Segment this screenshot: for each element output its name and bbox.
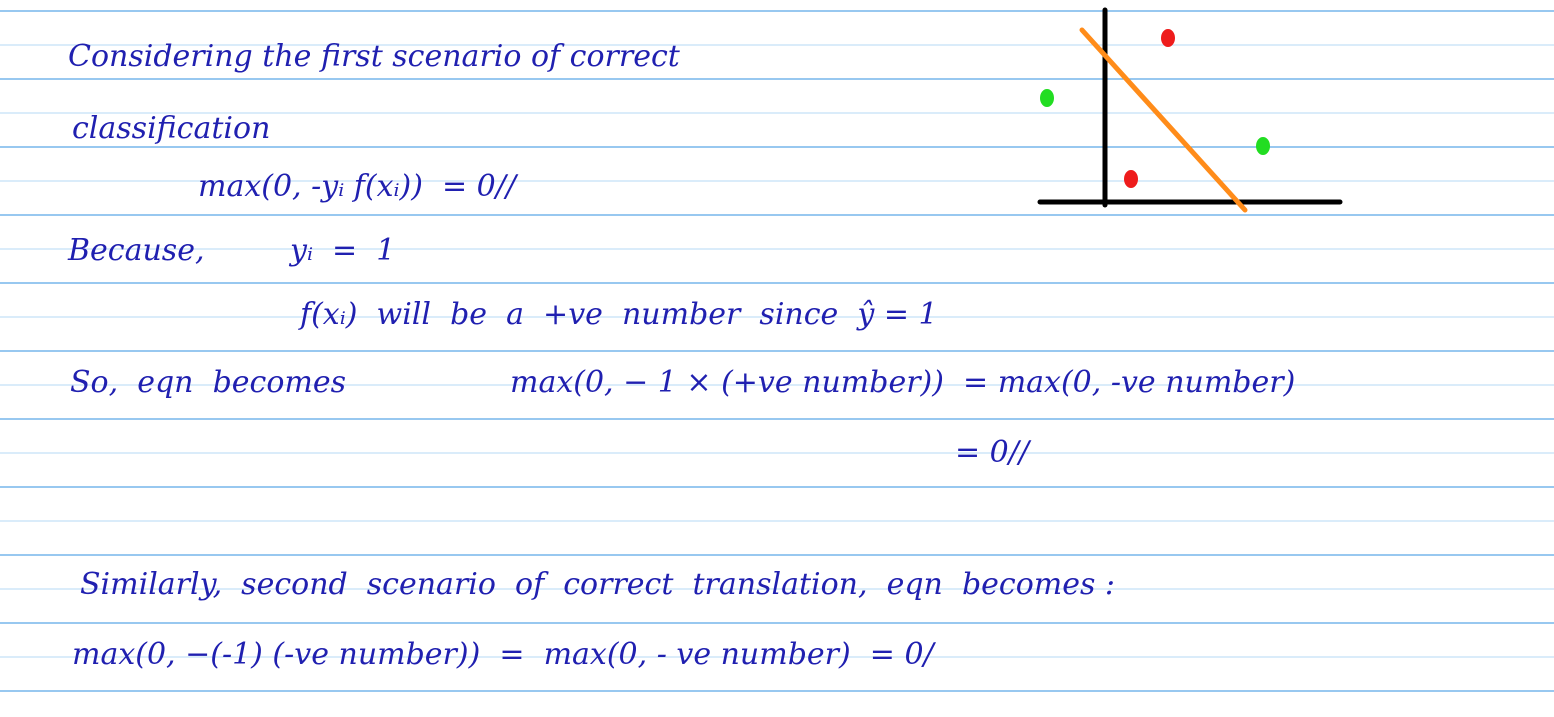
green-point [1040,89,1054,107]
text-line-4-yi: yᵢ = 1 [290,233,396,268]
text-line-4-because: Because, [68,233,205,268]
equation-line-3: max(0, -yᵢ f(xᵢ)) = 0// [198,169,516,204]
red-point [1124,170,1138,188]
text-line-1: Considering the first scenario of correc… [68,39,680,74]
text-line-8: Similarly, second scenario of correct tr… [80,567,1116,602]
red-point [1161,29,1175,47]
equation-line-6: max(0, − 1 × (+ve number)) = max(0, -ve … [510,365,1296,400]
text-line-6-so: So, eqn becomes [70,365,346,400]
text-line-2: classification [72,111,271,146]
equation-line-9: max(0, −(-1) (-ve number)) = max(0, - ve… [72,637,934,672]
equation-line-7: = 0// [955,435,1029,470]
text-line-5: f(xᵢ) will be a +ve number since ŷ = 1 [300,297,938,332]
note-page: Considering the first scenario of correc… [0,0,1554,717]
green-point [1256,137,1270,155]
classification-sketch [1037,7,1343,213]
